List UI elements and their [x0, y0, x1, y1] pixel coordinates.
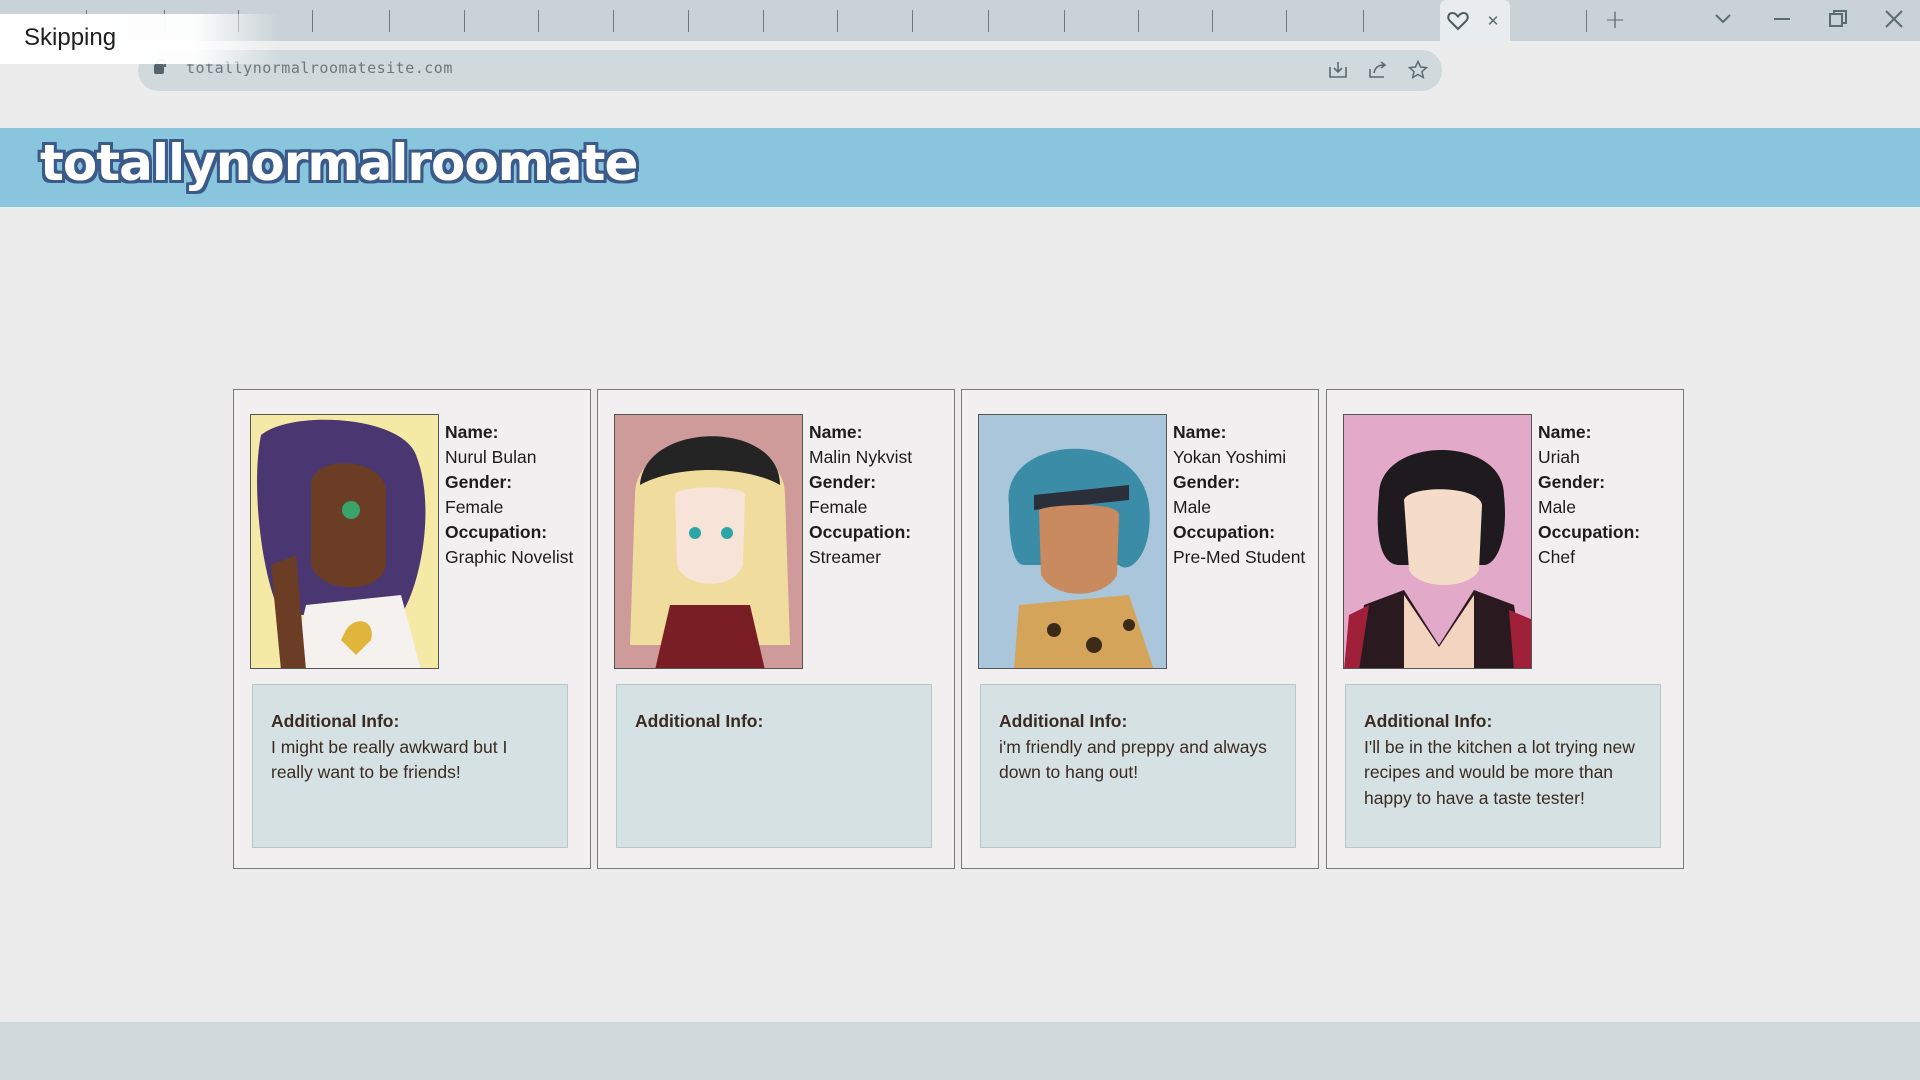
gender-label: Gender:: [1173, 472, 1241, 492]
close-window-icon[interactable]: [1880, 5, 1908, 33]
occupation-value: Chef: [1538, 547, 1575, 567]
restore-icon[interactable]: [1824, 5, 1852, 33]
name-label: Name:: [1538, 422, 1592, 442]
tab-divider: [312, 10, 313, 32]
tab-divider: [538, 10, 539, 32]
tab-divider: [1064, 10, 1065, 32]
profile-card: Name: Nurul Bulan Gender: Female Occupat…: [233, 389, 591, 869]
name-label: Name:: [1173, 422, 1227, 442]
additional-info-label: Additional Info:: [271, 711, 400, 731]
tab-divider: [763, 10, 764, 32]
heart-icon[interactable]: [1446, 9, 1470, 33]
gender-value: Female: [809, 497, 868, 517]
share-icon[interactable]: [1366, 58, 1390, 82]
tab-divider: [1212, 10, 1213, 32]
name-label: Name:: [445, 422, 499, 442]
additional-info-text: I'll be in the kitchen a lot trying new …: [1364, 736, 1635, 808]
footer-band: [0, 1022, 1920, 1080]
tab-divider: [1363, 10, 1364, 32]
install-icon[interactable]: [1326, 58, 1350, 82]
additional-info-text: I might be really awkward but I really w…: [271, 736, 508, 783]
profile-portrait: [250, 414, 439, 669]
additional-info-box: Additional Info: I might be really awkwa…: [252, 684, 568, 848]
portrait-image-nurul: [251, 415, 438, 668]
occupation-label: Occupation:: [809, 522, 912, 542]
lock-icon[interactable]: [154, 59, 166, 74]
name-value: Yokan Yoshimi: [1173, 447, 1287, 467]
occupation-value: Pre-Med Student: [1173, 547, 1306, 567]
profile-card: Name: Uriah Gender: Male Occupation: Che…: [1326, 389, 1684, 869]
gender-label: Gender:: [809, 472, 877, 492]
additional-info-box: Additional Info: I'll be in the kitchen …: [1345, 684, 1661, 848]
name-label: Name:: [809, 422, 863, 442]
name-value: Malin Nykvist: [809, 447, 913, 467]
tab-strip: [0, 0, 1920, 41]
gender-label: Gender:: [445, 472, 513, 492]
tab-divider: [389, 10, 390, 32]
additional-info-box: Additional Info: i'm friendly and preppy…: [980, 684, 1296, 848]
name-value: Nurul Bulan: [445, 447, 537, 467]
occupation-label: Occupation:: [1173, 522, 1276, 542]
additional-info-label: Additional Info:: [999, 711, 1128, 731]
gender-value: Female: [445, 497, 504, 517]
occupation-value: Graphic Novelist: [445, 547, 574, 567]
profile-portrait: [978, 414, 1167, 669]
new-tab-icon[interactable]: +: [1602, 5, 1628, 35]
profile-portrait: [614, 414, 803, 669]
tab-divider: [988, 10, 989, 32]
profile-portrait: [1343, 414, 1532, 669]
tab-divider: [837, 10, 838, 32]
portrait-image-yokan: [979, 415, 1166, 668]
profile-fields: Name: Yokan Yoshimi Gender: Male Occupat…: [1173, 420, 1305, 570]
tab-divider: [1286, 10, 1287, 32]
site-logo[interactable]: totallynormalroomate: [40, 134, 638, 192]
profile-card: Name: Yokan Yoshimi Gender: Male Occupat…: [961, 389, 1319, 869]
profile-card: Name: Malin Nykvist Gender: Female Occup…: [597, 389, 955, 869]
additional-info-text: i'm friendly and preppy and always down …: [999, 736, 1267, 783]
gender-value: Male: [1173, 497, 1211, 517]
portrait-image-malin: [615, 415, 802, 668]
additional-info-box: Additional Info:: [616, 684, 932, 848]
additional-info-label: Additional Info:: [635, 711, 764, 731]
occupation-label: Occupation:: [445, 522, 548, 542]
tab-divider: [1586, 10, 1587, 32]
minimize-icon[interactable]: [1768, 6, 1796, 32]
close-tab-icon[interactable]: ✕: [1482, 10, 1504, 32]
star-icon[interactable]: [1406, 58, 1430, 82]
occupation-value: Streamer: [809, 547, 881, 567]
tab-divider: [688, 10, 689, 32]
tab-divider: [912, 10, 913, 32]
skip-status-text: Skipping: [24, 24, 117, 51]
profile-fields: Name: Malin Nykvist Gender: Female Occup…: [809, 420, 912, 570]
additional-info-label: Additional Info:: [1364, 711, 1493, 731]
portrait-image-uriah: [1344, 415, 1531, 668]
occupation-label: Occupation:: [1538, 522, 1641, 542]
profile-fields: Name: Nurul Bulan Gender: Female Occupat…: [445, 420, 573, 570]
tab-divider: [1138, 10, 1139, 32]
tab-divider: [464, 10, 465, 32]
tab-divider: [613, 10, 614, 32]
gender-label: Gender:: [1538, 472, 1606, 492]
gender-value: Male: [1538, 497, 1576, 517]
name-value: Uriah: [1538, 447, 1580, 467]
profile-fields: Name: Uriah Gender: Male Occupation: Che…: [1538, 420, 1640, 570]
chevron-down-icon[interactable]: [1710, 6, 1736, 32]
